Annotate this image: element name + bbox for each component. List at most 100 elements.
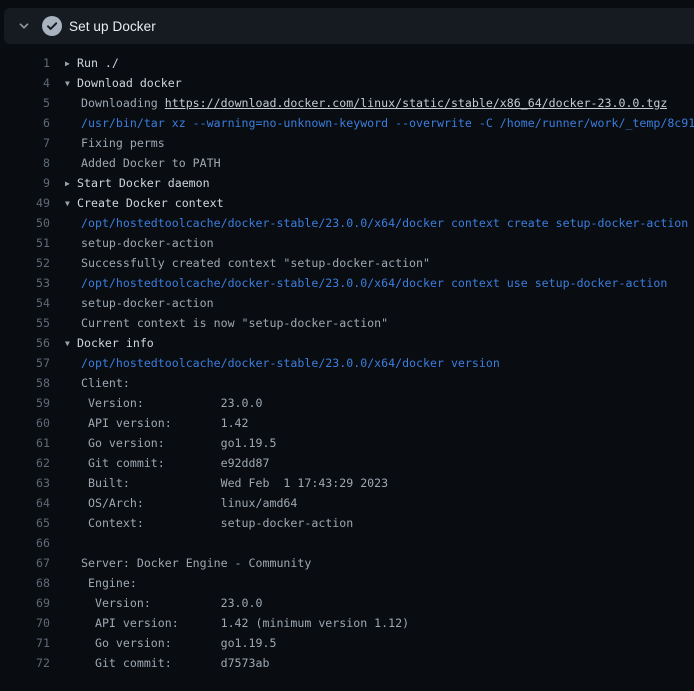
log-text-segment: Added Docker to PATH [81, 156, 221, 170]
line-number[interactable]: 7 [0, 133, 50, 153]
log-text: Current context is now "setup-docker-act… [50, 313, 388, 333]
status-check-icon [42, 16, 62, 36]
line-number[interactable]: 52 [0, 253, 50, 273]
log-text: Built: Wed Feb 1 17:43:29 2023 [50, 473, 388, 493]
line-number[interactable]: 59 [0, 393, 50, 413]
line-number[interactable]: 68 [0, 573, 50, 593]
line-number[interactable]: 67 [0, 553, 50, 573]
line-number[interactable]: 9 [0, 173, 50, 193]
group-expanded-icon[interactable]: ▼ [65, 74, 77, 94]
log-line: 60 API version: 1.42 [0, 413, 694, 433]
line-number[interactable]: 49 [0, 193, 50, 213]
group-collapsed-icon[interactable]: ▶ [65, 174, 77, 194]
log-text-segment: setup-docker-action [81, 236, 214, 250]
line-number[interactable]: 6 [0, 113, 50, 133]
line-number[interactable]: 61 [0, 433, 50, 453]
log-text-segment: Git commit: e92dd87 [81, 456, 269, 470]
log-command-text: /opt/hostedtoolcache/docker-stable/23.0.… [81, 356, 500, 370]
line-number[interactable]: 55 [0, 313, 50, 333]
log-link[interactable]: https://download.docker.com/linux/static… [165, 96, 668, 110]
group-expanded-icon[interactable]: ▼ [65, 334, 77, 354]
line-number[interactable]: 51 [0, 233, 50, 253]
line-number[interactable]: 56 [0, 333, 50, 353]
log-text: /opt/hostedtoolcache/docker-stable/23.0.… [50, 273, 667, 293]
log-line[interactable]: 9▶Start Docker daemon [0, 173, 694, 193]
log-line[interactable]: 49 ▼Create Docker context [0, 193, 694, 213]
step-title: Set up Docker [69, 19, 156, 34]
log-text: Fixing perms [50, 133, 165, 153]
group-label[interactable]: Start Docker daemon [77, 176, 210, 190]
log-text-segment: Go version: go1.19.5 [81, 636, 276, 650]
line-number[interactable]: 57 [0, 353, 50, 373]
line-number[interactable]: 66 [0, 533, 50, 553]
log-text-segment: Git commit: d7573ab [81, 656, 269, 670]
group-label[interactable]: Docker info [77, 336, 154, 350]
log-text-segment: OS/Arch: linux/amd64 [81, 496, 297, 510]
group-collapsed-icon[interactable]: ▶ [65, 54, 77, 74]
line-number[interactable]: 65 [0, 513, 50, 533]
log-line: 55Current context is now "setup-docker-a… [0, 313, 694, 333]
log-text: Successfully created context "setup-dock… [50, 253, 430, 273]
log-text-segment: Fixing perms [81, 136, 165, 150]
line-number[interactable]: 5 [0, 93, 50, 113]
group-label[interactable]: Download docker [77, 76, 182, 90]
line-number[interactable]: 70 [0, 613, 50, 633]
log-text-segment: Engine: [81, 576, 137, 590]
log-line: 8 Added Docker to PATH [0, 153, 694, 173]
log-line: 5Downloading https://download.docker.com… [0, 93, 694, 113]
line-number[interactable]: 54 [0, 293, 50, 313]
log-text-segment: API version: 1.42 [81, 416, 249, 430]
log-command-text: /usr/bin/tar xz --warning=no-unknown-key… [81, 116, 694, 130]
log-text: Go version: go1.19.5 [50, 633, 276, 653]
log-line: 67 Server: Docker Engine - Community [0, 553, 694, 573]
log-container: 1▶Run ./4▼Download docker5Downloading ht… [0, 44, 694, 673]
group-expanded-icon[interactable]: ▼ [65, 194, 77, 214]
log-line[interactable]: 1 ▶Run ./ [0, 53, 694, 73]
log-text: Client: [50, 373, 130, 393]
group-label[interactable]: Create Docker context [77, 196, 224, 210]
line-number[interactable]: 50 [0, 213, 50, 233]
log-text: /opt/hostedtoolcache/docker-stable/23.0.… [50, 213, 688, 233]
line-number[interactable]: 63 [0, 473, 50, 493]
line-number[interactable]: 1 [0, 53, 50, 73]
log-text: Version: 23.0.0 [50, 593, 262, 613]
log-text: Context: setup-docker-action [50, 513, 353, 533]
line-number[interactable]: 69 [0, 593, 50, 613]
log-text: /opt/hostedtoolcache/docker-stable/23.0.… [50, 353, 500, 373]
log-text: Engine: [50, 573, 137, 593]
log-text: OS/Arch: linux/amd64 [50, 493, 297, 513]
step-header[interactable]: Set up Docker [4, 8, 694, 44]
line-number[interactable]: 60 [0, 413, 50, 433]
chevron-down-icon[interactable] [17, 19, 31, 33]
log-text: API version: 1.42 (minimum version 1.12) [50, 613, 409, 633]
log-command-text: /opt/hostedtoolcache/docker-stable/23.0.… [81, 216, 688, 230]
line-number[interactable]: 53 [0, 273, 50, 293]
line-number[interactable]: 72 [0, 653, 50, 673]
log-text: Downloading https://download.docker.com/… [50, 93, 667, 113]
log-text-segment: Client: [81, 376, 130, 390]
log-text: setup-docker-action [50, 293, 214, 313]
log-text-segment: Context: setup-docker-action [81, 516, 353, 530]
line-number[interactable]: 4 [0, 73, 50, 93]
log-line: 54setup-docker-action [0, 293, 694, 313]
line-number[interactable]: 58 [0, 373, 50, 393]
line-number[interactable]: 64 [0, 493, 50, 513]
log-text: Server: Docker Engine - Community [50, 553, 311, 573]
group-header: ▼Docker info [50, 333, 154, 353]
log-text-segment: Successfully created context "setup-dock… [81, 256, 430, 270]
log-command-text: /opt/hostedtoolcache/docker-stable/23.0.… [81, 276, 667, 290]
log-text-segment: Server: Docker Engine - Community [81, 556, 311, 570]
log-line: 57/opt/hostedtoolcache/docker-stable/23.… [0, 353, 694, 373]
log-text: /usr/bin/tar xz --warning=no-unknown-key… [50, 113, 694, 133]
line-number[interactable]: 71 [0, 633, 50, 653]
line-number[interactable]: 62 [0, 453, 50, 473]
log-line[interactable]: 4 ▼Download docker [0, 73, 694, 93]
line-number[interactable]: 8 [0, 153, 50, 173]
log-line: 7 Fixing perms [0, 133, 694, 153]
log-line[interactable]: 56▼Docker info [0, 333, 694, 353]
log-line: 53/opt/hostedtoolcache/docker-stable/23.… [0, 273, 694, 293]
group-header: ▶Start Docker daemon [50, 173, 210, 193]
log-text-segment: Downloading [81, 96, 165, 110]
group-label[interactable]: Run ./ [77, 56, 119, 70]
log-line: 52 Successfully created context "setup-do… [0, 253, 694, 273]
